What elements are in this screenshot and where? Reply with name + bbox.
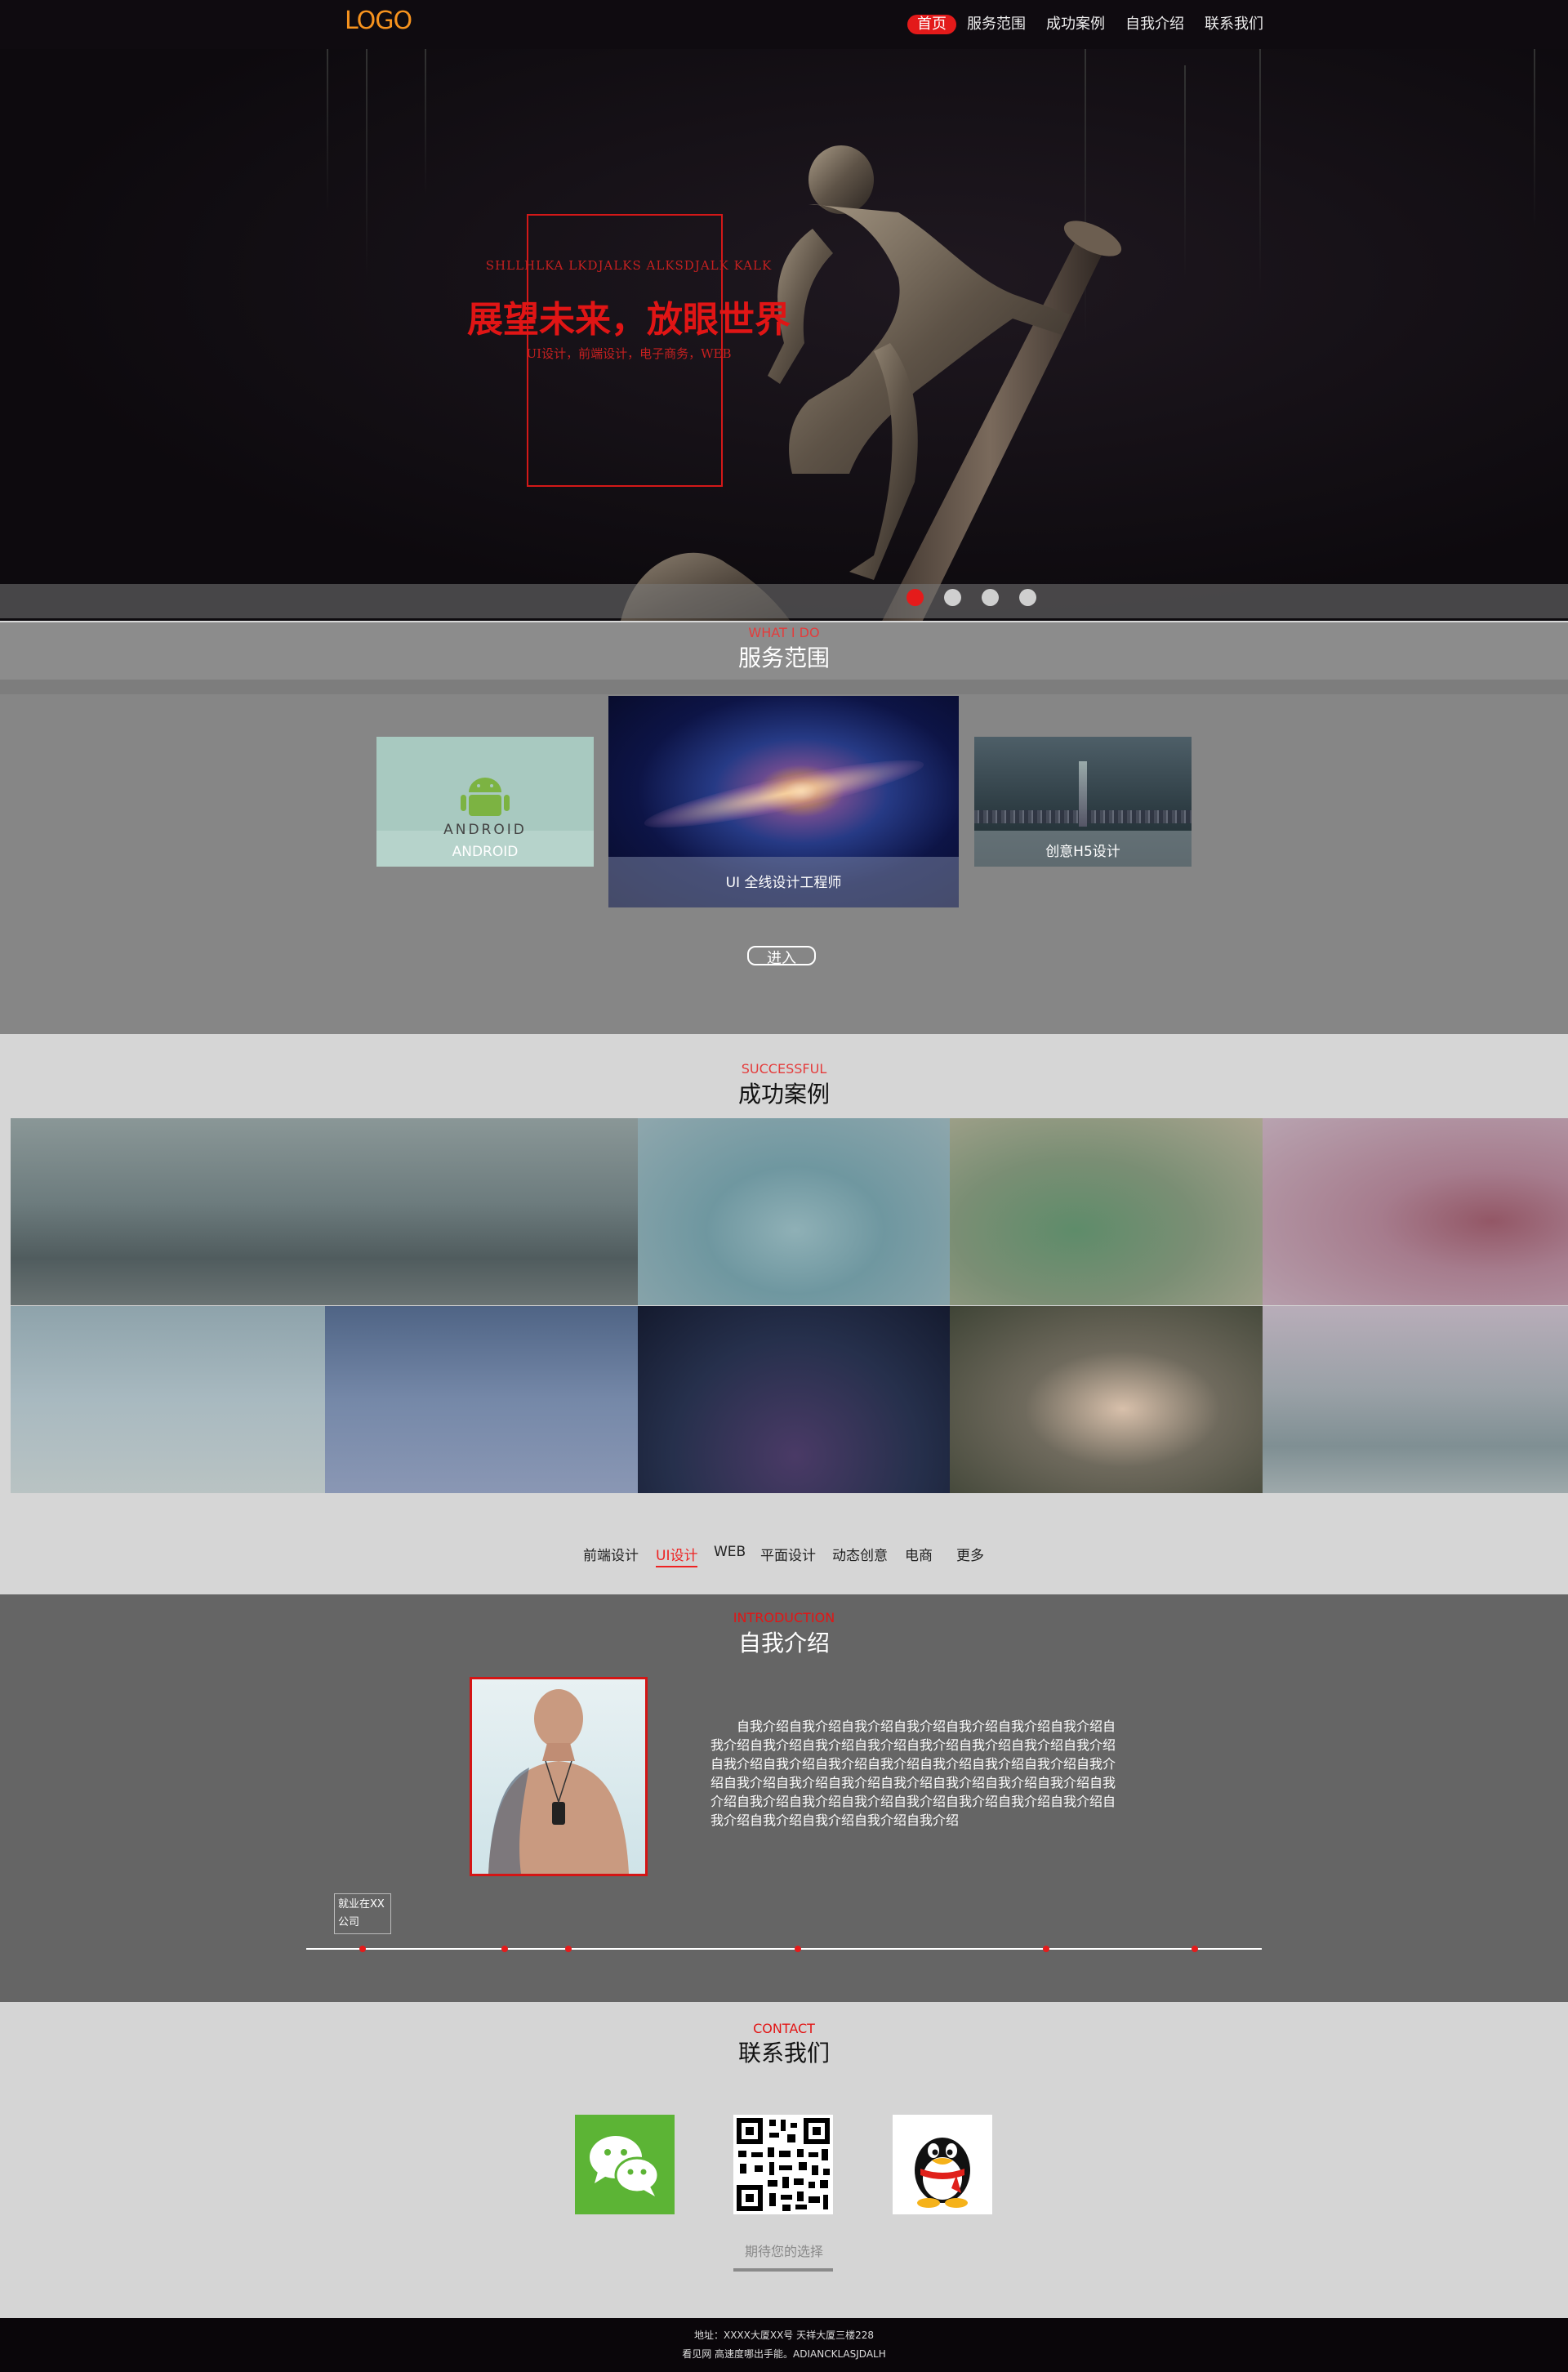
hero-subtitle: SHLLHLKA LKDJALKS ALKSDJALK KALK [485, 258, 773, 273]
timeline-dot[interactable] [359, 1946, 366, 1952]
case-tile-3[interactable] [638, 1118, 952, 1305]
case-tile-8[interactable] [638, 1306, 952, 1493]
timeline-dot[interactable] [1043, 1946, 1049, 1952]
filter-web[interactable]: WEB [714, 1544, 746, 1560]
contact-underline [733, 2268, 833, 2272]
qq-icon[interactable] [893, 2115, 992, 2214]
cases-en: SUCCESSFUL [741, 1061, 827, 1077]
service-card-ui-label: UI 全线设计工程师 [725, 875, 842, 891]
nav-home[interactable]: 首页 [907, 15, 956, 34]
timeline-dot[interactable] [501, 1946, 508, 1952]
qr-code-icon[interactable] [733, 2115, 833, 2214]
site-header: LOGO 首页 服务范围 成功案例 自我介绍 联系我们 [0, 0, 1568, 50]
services-title: 服务范围 [737, 644, 830, 671]
case-tile-10[interactable] [1263, 1306, 1568, 1493]
case-tile-6[interactable] [11, 1306, 325, 1493]
service-card-h5-label: 创意H5设计 [1045, 844, 1120, 860]
slider-dot-4[interactable] [1019, 589, 1036, 606]
cases-title: 成功案例 [737, 1081, 830, 1108]
timeline-label: 就业在XX公司 [334, 1893, 391, 1934]
site-footer [0, 2318, 1568, 2372]
timeline-dot[interactable] [795, 1946, 801, 1952]
footer-address: 地址：XXXX大厦XX号 天祥大厦三楼228 [693, 2330, 875, 2341]
filter-graphic[interactable]: 平面设计 [760, 1544, 816, 1564]
slider-band [0, 584, 1568, 618]
filter-ecommerce[interactable]: 电商 [905, 1544, 933, 1564]
about-en: INTRODUCTION [733, 1610, 835, 1625]
filter-more[interactable]: 更多 [956, 1544, 984, 1564]
slider-dot-2[interactable] [944, 589, 961, 606]
service-card-h5[interactable]: 创意H5设计 [974, 737, 1192, 867]
contact-en: CONTACT [753, 2021, 815, 2036]
case-tile-1[interactable] [11, 1118, 325, 1305]
hero-tags: UI设计，前端设计，电子商务，WEB [526, 346, 732, 361]
services-en: WHAT I DO [748, 625, 820, 640]
service-card-android[interactable]: ANDROID ANDROID [376, 737, 594, 867]
android-icon [461, 778, 510, 816]
filter-frontend[interactable]: 前端设计 [583, 1544, 639, 1564]
case-tile-5[interactable] [1263, 1118, 1568, 1305]
service-card-android-label: ANDROID [452, 844, 519, 860]
footer-line2: 看见网 高速度哪出手能。ADIANCKLASJDALH [682, 2348, 886, 2360]
contact-title: 联系我们 [737, 2040, 830, 2067]
about-title: 自我介绍 [737, 1630, 830, 1656]
case-tile-4[interactable] [950, 1118, 1264, 1305]
timeline-dot[interactable] [565, 1946, 572, 1952]
timeline-dot[interactable] [1192, 1946, 1198, 1952]
nav-cases[interactable]: 成功案例 [1046, 15, 1105, 34]
nav-contact[interactable]: 联系我们 [1205, 15, 1263, 34]
nav-about[interactable]: 自我介绍 [1125, 15, 1184, 34]
intro-text: 自我介绍自我介绍自我介绍自我介绍自我介绍自我介绍自我介绍自我介绍自我介绍自我介绍… [710, 1719, 1116, 1828]
slider-dot-1[interactable] [906, 589, 924, 606]
profile-photo [470, 1677, 648, 1876]
enter-button[interactable]: 进入 [747, 946, 816, 966]
android-logo-text: ANDROID [443, 822, 527, 838]
hero-title: 展望未来，放眼世界 [467, 299, 791, 341]
nav-services[interactable]: 服务范围 [967, 15, 1026, 34]
slider-dot-3[interactable] [982, 589, 999, 606]
filter-motion[interactable]: 动态创意 [832, 1544, 888, 1564]
service-card-ui[interactable]: UI 全线设计工程师 [608, 696, 959, 907]
filter-ui[interactable]: UI设计 [656, 1544, 698, 1567]
wechat-icon[interactable] [575, 2115, 675, 2214]
case-tile-2[interactable] [325, 1118, 639, 1305]
logo[interactable]: LOGO [345, 7, 412, 35]
case-tile-7[interactable] [325, 1306, 639, 1493]
case-tile-9[interactable] [950, 1306, 1264, 1493]
timeline-line [306, 1948, 1262, 1950]
contact-name: 期待您的选择 [744, 2244, 823, 2259]
